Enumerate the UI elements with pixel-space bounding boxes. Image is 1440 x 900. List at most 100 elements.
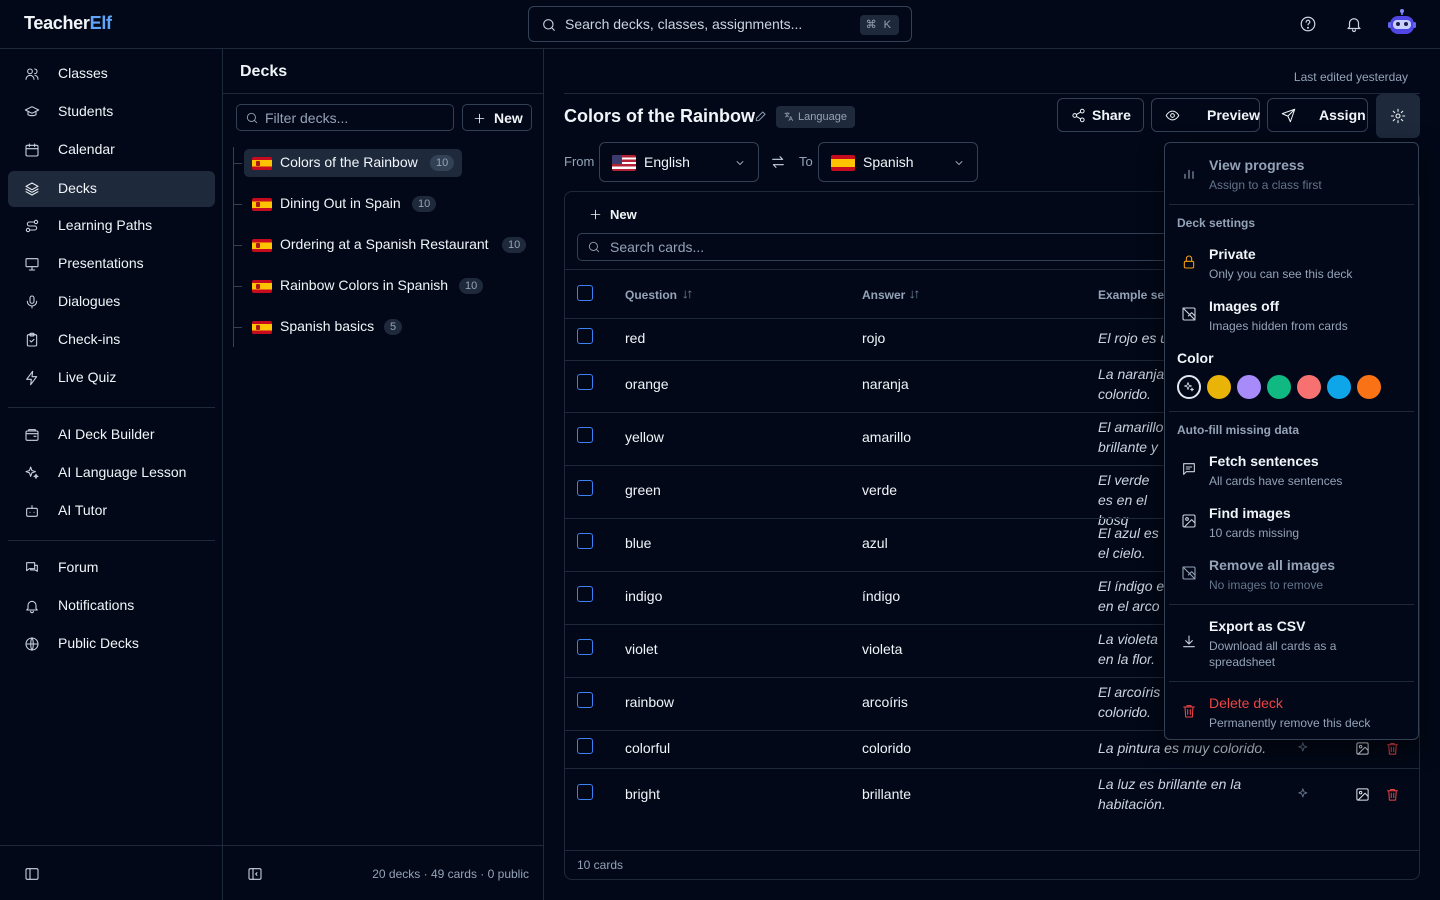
- question-cell[interactable]: yellow: [625, 429, 664, 445]
- answer-cell[interactable]: azul: [862, 535, 888, 551]
- question-cell[interactable]: rainbow: [625, 694, 674, 710]
- assign-button[interactable]: Assign: [1267, 98, 1368, 132]
- example-cell[interactable]: El arcoíris colorido.: [1098, 682, 1168, 722]
- filter-decks-input[interactable]: Filter decks...: [236, 104, 454, 131]
- deck-list-item[interactable]: Colors of the Rainbow 10: [234, 149, 462, 177]
- answer-cell[interactable]: amarillo: [862, 429, 911, 445]
- question-cell[interactable]: colorful: [625, 740, 670, 756]
- sidebar-item-learning-paths[interactable]: Learning Paths: [8, 208, 215, 244]
- example-cell[interactable]: El azul es el cielo.: [1098, 523, 1168, 563]
- row-checkbox[interactable]: [577, 784, 593, 800]
- question-cell[interactable]: red: [625, 330, 645, 346]
- answer-cell[interactable]: verde: [862, 482, 897, 498]
- row-checkbox[interactable]: [577, 738, 593, 754]
- image-icon[interactable]: [1355, 787, 1370, 802]
- pencil-icon[interactable]: [754, 109, 768, 123]
- menu-item-delete-deck[interactable]: Delete deck Permanently remove this deck: [1169, 693, 1414, 733]
- column-header-example[interactable]: Example se: [1098, 288, 1164, 302]
- sidebar-item-students[interactable]: Students: [8, 94, 215, 130]
- sidebar-item-live-quiz[interactable]: Live Quiz: [8, 360, 215, 396]
- sort-icon[interactable]: [909, 289, 920, 300]
- color-swatch-orange[interactable]: [1357, 375, 1381, 399]
- sparkles-icon[interactable]: [1297, 741, 1311, 755]
- avatar[interactable]: [1386, 8, 1418, 40]
- answer-cell[interactable]: índigo: [862, 588, 900, 604]
- example-cell[interactable]: El índigo e en el arco: [1098, 576, 1168, 616]
- row-checkbox[interactable]: [577, 480, 593, 496]
- trash-icon[interactable]: [1385, 741, 1400, 756]
- menu-item-export-csv[interactable]: Export as CSV Download all cards as a sp…: [1169, 616, 1414, 672]
- question-cell[interactable]: indigo: [625, 588, 662, 604]
- example-cell[interactable]: La naranja colorido.: [1098, 364, 1168, 404]
- sidebar-item-ai-language-lesson[interactable]: AI Language Lesson: [8, 455, 215, 491]
- app-logo[interactable]: TeacherElf: [24, 13, 112, 34]
- deck-settings-button[interactable]: [1376, 94, 1420, 138]
- menu-item-private[interactable]: Private Only you can see this deck: [1169, 244, 1414, 284]
- sidebar-item-classes[interactable]: Classes: [8, 56, 215, 92]
- answer-cell[interactable]: brillante: [862, 786, 911, 802]
- row-checkbox[interactable]: [577, 692, 593, 708]
- color-swatch-none[interactable]: [1177, 375, 1201, 399]
- deck-list-item[interactable]: Dining Out in Spain 10: [234, 190, 444, 218]
- bell-icon[interactable]: [1345, 15, 1363, 33]
- to-language-select[interactable]: Spanish: [818, 142, 978, 182]
- help-icon[interactable]: [1299, 15, 1317, 33]
- menu-item-remove-images[interactable]: Remove all images No images to remove: [1169, 555, 1414, 595]
- example-cell[interactable]: La luz es brillante en la habitación.: [1098, 774, 1263, 814]
- question-cell[interactable]: green: [625, 482, 661, 498]
- global-search[interactable]: Search decks, classes, assignments... ⌘ …: [528, 6, 912, 42]
- answer-cell[interactable]: colorido: [862, 740, 911, 756]
- row-checkbox[interactable]: [577, 533, 593, 549]
- sidebar-item-presentations[interactable]: Presentations: [8, 246, 215, 282]
- deck-list-item[interactable]: Rainbow Colors in Spanish 10: [234, 272, 494, 300]
- question-cell[interactable]: orange: [625, 376, 669, 392]
- row-checkbox[interactable]: [577, 374, 593, 390]
- example-cell[interactable]: El amarillo brillante y: [1098, 417, 1168, 457]
- sidebar-item-ai-tutor[interactable]: AI Tutor: [8, 493, 215, 529]
- example-cell[interactable]: La pintura es muy colorido.: [1098, 738, 1293, 758]
- question-cell[interactable]: blue: [625, 535, 651, 551]
- color-swatch-yellow[interactable]: [1207, 375, 1231, 399]
- sidebar-item-calendar[interactable]: Calendar: [8, 132, 215, 168]
- image-icon[interactable]: [1355, 741, 1370, 756]
- collapse-panel-icon[interactable]: [247, 866, 263, 882]
- row-checkbox[interactable]: [577, 586, 593, 602]
- new-deck-button[interactable]: New: [462, 104, 532, 131]
- column-header-answer[interactable]: Answer: [862, 288, 905, 302]
- swap-icon[interactable]: [770, 154, 786, 170]
- answer-cell[interactable]: naranja: [862, 376, 909, 392]
- example-cell[interactable]: El verde es en el bosq: [1098, 470, 1168, 530]
- answer-cell[interactable]: rojo: [862, 330, 885, 346]
- sidebar-item-check-ins[interactable]: Check-ins: [8, 322, 215, 358]
- question-cell[interactable]: violet: [625, 641, 658, 657]
- sidebar-item-ai-deck-builder[interactable]: AI Deck Builder: [8, 417, 215, 453]
- trash-icon[interactable]: [1385, 787, 1400, 802]
- from-language-select[interactable]: English: [599, 142, 759, 182]
- sort-icon[interactable]: [682, 289, 693, 300]
- answer-cell[interactable]: violeta: [862, 641, 902, 657]
- sidebar-item-forum[interactable]: Forum: [8, 550, 215, 586]
- sidebar-item-dialogues[interactable]: Dialogues: [8, 284, 215, 320]
- color-swatch-green[interactable]: [1267, 375, 1291, 399]
- menu-item-find-images[interactable]: Find images 10 cards missing: [1169, 503, 1414, 543]
- question-cell[interactable]: bright: [625, 786, 660, 802]
- deck-list-item[interactable]: Spanish basics 5: [234, 313, 414, 341]
- menu-item-fetch-sentences[interactable]: Fetch sentences All cards have sentences: [1169, 451, 1414, 491]
- color-swatch-purple[interactable]: [1237, 375, 1261, 399]
- sparkles-icon[interactable]: [1297, 787, 1311, 801]
- sidebar-toggle-icon[interactable]: [24, 866, 40, 882]
- sidebar-item-notifications[interactable]: Notifications: [8, 588, 215, 624]
- column-header-question[interactable]: Question: [625, 288, 677, 302]
- share-button[interactable]: Share: [1057, 98, 1144, 132]
- sidebar-item-public-decks[interactable]: Public Decks: [8, 626, 215, 662]
- preview-button[interactable]: Preview: [1151, 98, 1260, 132]
- sidebar-item-decks[interactable]: Decks: [8, 171, 215, 207]
- example-cell[interactable]: La violeta en la flor.: [1098, 629, 1168, 669]
- color-swatch-red[interactable]: [1297, 375, 1321, 399]
- row-checkbox[interactable]: [577, 427, 593, 443]
- row-checkbox[interactable]: [577, 639, 593, 655]
- color-swatch-blue[interactable]: [1327, 375, 1351, 399]
- answer-cell[interactable]: arcoíris: [862, 694, 908, 710]
- row-checkbox[interactable]: [577, 328, 593, 344]
- deck-list-item[interactable]: Ordering at a Spanish Restaurant 10: [234, 231, 534, 259]
